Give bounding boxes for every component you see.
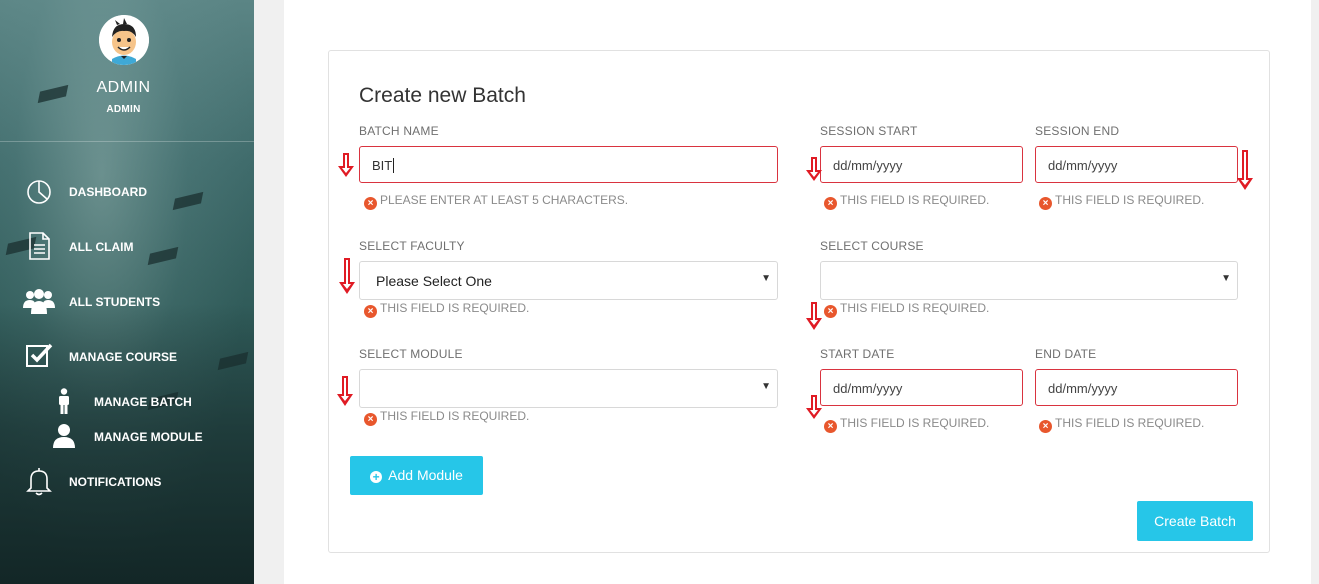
start-date-input[interactable]: dd/mm/yyyy: [820, 369, 1023, 406]
end-date-error: × THIS FIELD IS REQUIRED.: [1039, 416, 1204, 433]
module-select[interactable]: ▼: [359, 369, 778, 408]
sidebar-subitem-label: MANAGE MODULE: [94, 430, 203, 444]
document-icon: [29, 232, 50, 260]
faculty-label: SELECT FACULTY: [359, 239, 465, 253]
course-error: × THIS FIELD IS REQUIRED.: [824, 301, 989, 318]
sidebar: ADMIN ADMIN DASHBOARD ALL CLAIM ALL STUD…: [0, 0, 254, 584]
caret-down-icon: ▼: [1221, 273, 1231, 284]
faculty-error: × THIS FIELD IS REQUIRED.: [364, 301, 529, 318]
sidebar-subitem-label: MANAGE BATCH: [94, 395, 192, 409]
main-content: Create new Batch BATCH NAME BIT​ ×PLEASE…: [284, 0, 1311, 584]
caret-down-icon: ▼: [761, 381, 771, 392]
avatar[interactable]: [99, 15, 149, 65]
session-start-input[interactable]: dd/mm/yyyy: [820, 146, 1023, 183]
sidebar-item-all-claim[interactable]: ALL CLAIM: [0, 229, 254, 265]
batch-name-value: BIT: [372, 158, 393, 173]
faculty-select-value: Please Select One: [376, 273, 492, 289]
sidebar-subitem-manage-module[interactable]: MANAGE MODULE: [0, 423, 254, 451]
annotation-arrow-icon: [806, 157, 822, 181]
add-module-label: Add Module: [388, 467, 463, 483]
end-date-input[interactable]: dd/mm/yyyy: [1035, 369, 1238, 406]
sidebar-item-label: ALL STUDENTS: [69, 295, 161, 309]
faculty-select[interactable]: Please Select One ▼: [359, 261, 778, 300]
annotation-arrow-icon: [339, 258, 355, 294]
error-icon: ×: [824, 420, 837, 433]
caret-down-icon: ▼: [761, 273, 771, 284]
user-icon: [53, 424, 75, 448]
pie-chart-icon: [27, 180, 51, 204]
annotation-arrow-icon: [1237, 150, 1253, 190]
session-end-input[interactable]: dd/mm/yyyy: [1035, 146, 1238, 183]
error-icon: ×: [364, 197, 377, 210]
batch-name-error: × PLEASE ENTER AT LEAST 5 CHARACTERS.: [364, 193, 628, 210]
sidebar-item-label: NOTIFICATIONS: [69, 475, 162, 489]
plus-circle-icon: +: [370, 471, 383, 483]
sidebar-item-notifications[interactable]: NOTIFICATIONS: [0, 464, 254, 500]
batch-name-label: BATCH NAME: [359, 124, 439, 138]
error-icon: ×: [1039, 197, 1052, 210]
error-icon: ×: [1039, 420, 1052, 433]
sidebar-item-label: MANAGE COURSE: [69, 350, 178, 364]
user-role: ADMIN: [106, 104, 141, 115]
module-error: × THIS FIELD IS REQUIRED.: [364, 409, 529, 426]
sidebar-item-dashboard[interactable]: DASHBOARD: [0, 174, 254, 210]
person-icon: [59, 388, 69, 414]
error-icon: ×: [824, 305, 837, 318]
course-select[interactable]: ▼: [820, 261, 1238, 300]
add-module-button[interactable]: + Add Module: [350, 456, 483, 495]
text-cursor: ​: [393, 158, 395, 173]
sidebar-item-label: DASHBOARD: [69, 185, 147, 199]
start-date-error: × THIS FIELD IS REQUIRED.: [824, 416, 989, 433]
users-icon: [23, 289, 55, 314]
page-title: Create new Batch: [359, 84, 526, 107]
annotation-arrow-icon: [337, 376, 353, 406]
sidebar-item-label: ALL CLAIM: [69, 240, 134, 254]
annotation-arrow-icon: [806, 302, 822, 330]
checkbox-icon: [26, 343, 53, 367]
annotation-arrow-icon: [338, 153, 354, 177]
create-batch-card: Create new Batch BATCH NAME BIT​ ×PLEASE…: [328, 50, 1270, 553]
session-end-error: × THIS FIELD IS REQUIRED.: [1039, 193, 1204, 210]
end-date-label: END DATE: [1035, 347, 1097, 361]
course-label: SELECT COURSE: [820, 239, 924, 253]
module-label: SELECT MODULE: [359, 347, 463, 361]
user-name: ADMIN: [96, 79, 151, 96]
error-icon: ×: [364, 413, 377, 426]
error-icon: ×: [824, 197, 837, 210]
profile-panel: ADMIN ADMIN: [0, 0, 254, 142]
create-batch-button[interactable]: Create Batch: [1137, 501, 1253, 541]
session-start-label: SESSION START: [820, 124, 918, 138]
bell-icon: [26, 468, 52, 496]
sidebar-item-all-students[interactable]: ALL STUDENTS: [0, 284, 254, 320]
annotation-arrow-icon: [806, 395, 822, 419]
session-end-label: SESSION END: [1035, 124, 1120, 138]
batch-name-input[interactable]: BIT​: [359, 146, 778, 183]
session-start-error: × THIS FIELD IS REQUIRED.: [824, 193, 989, 210]
sidebar-subitem-manage-batch[interactable]: MANAGE BATCH: [0, 388, 254, 416]
error-icon: ×: [364, 305, 377, 318]
start-date-label: START DATE: [820, 347, 895, 361]
sidebar-item-manage-course[interactable]: MANAGE COURSE: [0, 339, 254, 375]
